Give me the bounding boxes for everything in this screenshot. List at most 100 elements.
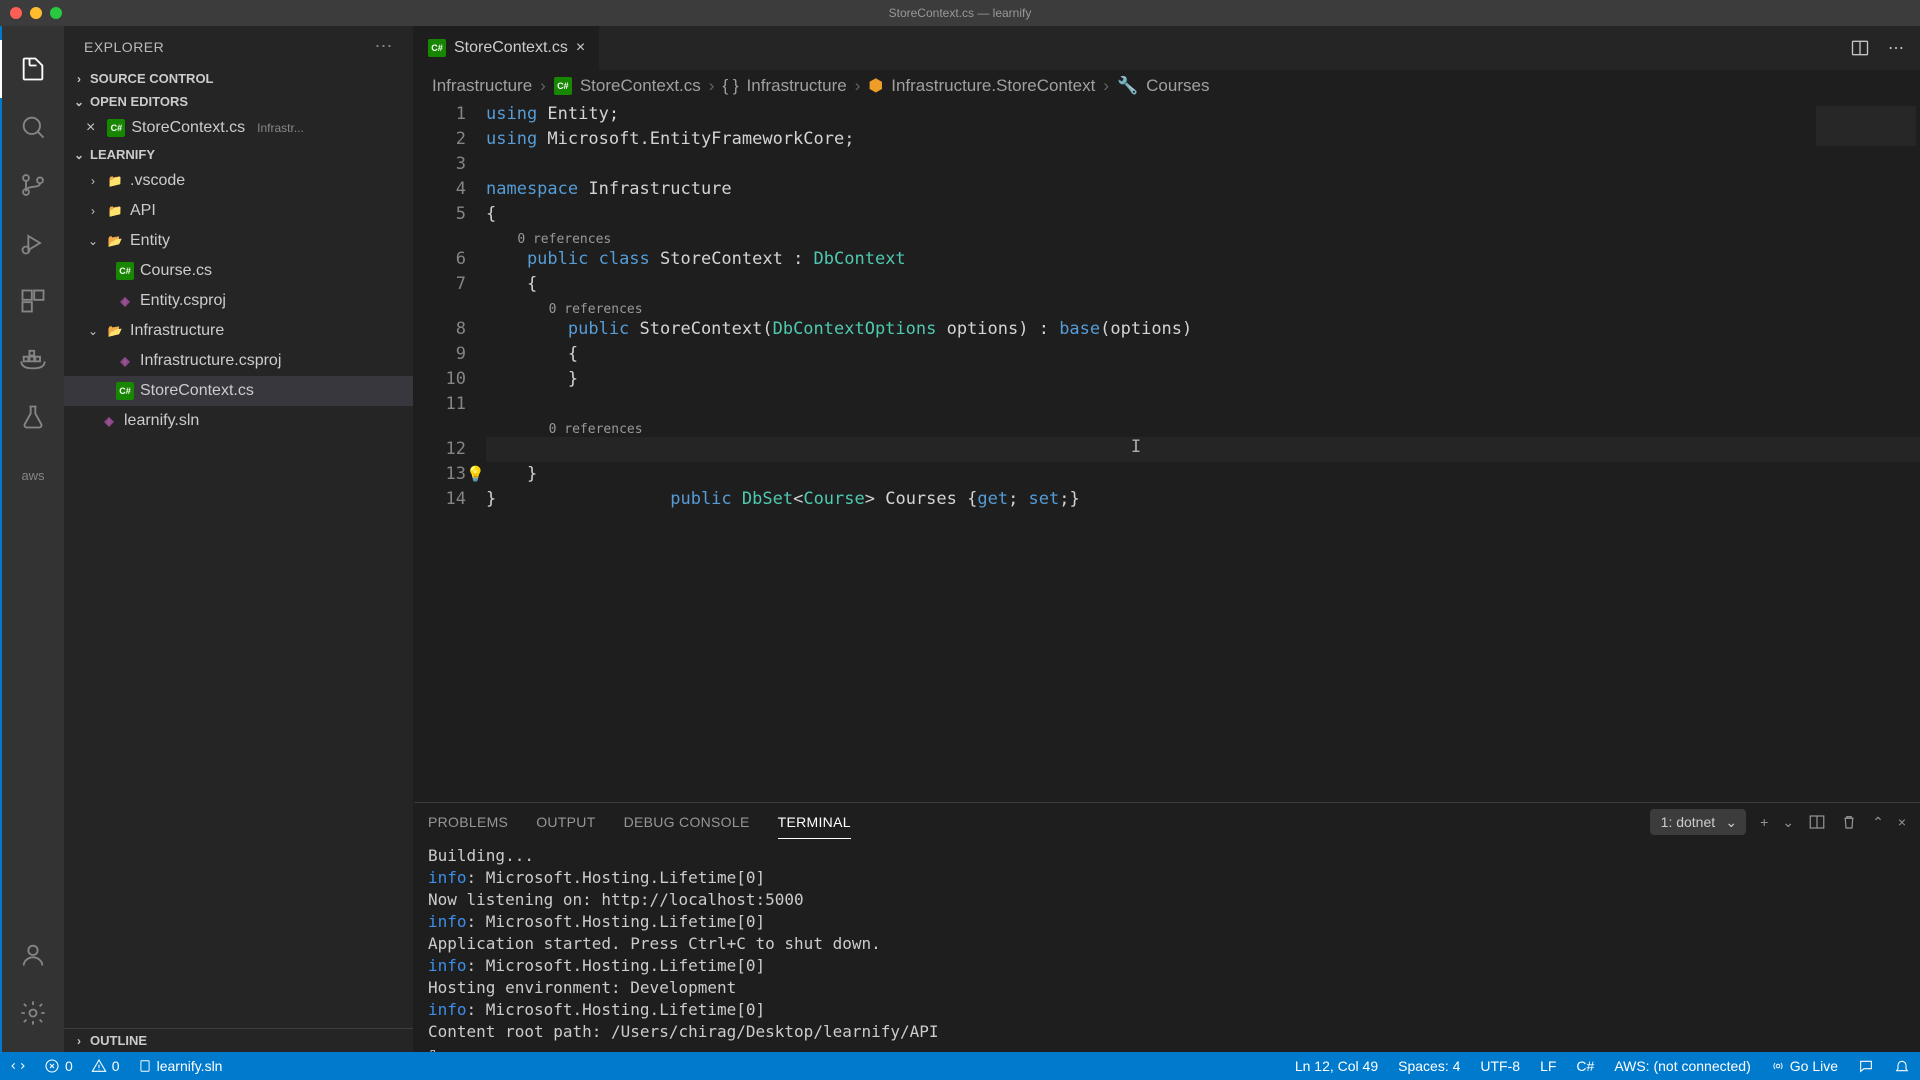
tree-folder-entity[interactable]: ⌄ 📂 Entity: [64, 226, 413, 256]
warnings-status[interactable]: 0: [91, 1058, 120, 1074]
breadcrumb-item[interactable]: StoreContext.cs: [580, 76, 701, 96]
activity-bar: aws: [0, 26, 64, 1052]
terminal-line: Building...: [428, 845, 1906, 867]
extensions-activity[interactable]: [1, 272, 65, 330]
testing-activity[interactable]: [1, 388, 65, 446]
explorer-activity[interactable]: [0, 40, 64, 98]
file-hint: Infrastr...: [257, 121, 304, 135]
file-label: StoreContext.cs: [140, 382, 254, 400]
errors-status[interactable]: 0: [44, 1058, 73, 1074]
folder-label: API: [130, 202, 156, 220]
tree-file-storecontext[interactable]: C# StoreContext.cs: [64, 376, 413, 406]
terminal-line: ▯: [428, 1043, 1906, 1052]
chevron-right-icon: ›: [86, 204, 100, 218]
chevron-right-icon: ›: [86, 174, 100, 188]
file-label: learnify.sln: [124, 412, 199, 430]
titlebar: StoreContext.cs — learnify: [0, 0, 1920, 26]
tab-terminal[interactable]: TERMINAL: [778, 806, 851, 839]
source-control-section[interactable]: › SOURCE CONTROL: [64, 67, 413, 90]
terminal-select[interactable]: 1: dotnet: [1650, 809, 1747, 835]
terminal-output[interactable]: Building... info: Microsoft.Hosting.Life…: [414, 841, 1920, 1052]
maximize-panel-icon[interactable]: ⌃: [1872, 814, 1884, 831]
eol-status[interactable]: LF: [1540, 1058, 1556, 1074]
search-activity[interactable]: [1, 98, 65, 156]
class-icon: ⬢: [868, 76, 883, 96]
section-label: SOURCE CONTROL: [90, 71, 214, 86]
visualstudio-icon: ◈: [116, 352, 134, 370]
more-icon[interactable]: ⋯: [1888, 38, 1904, 58]
tree-folder-api[interactable]: › 📁 API: [64, 196, 413, 226]
trash-icon[interactable]: [1840, 813, 1858, 831]
maximize-window-icon[interactable]: [50, 7, 62, 19]
remote-icon: [10, 1058, 26, 1074]
new-terminal-button[interactable]: +: [1760, 814, 1768, 830]
remote-status[interactable]: [10, 1058, 26, 1074]
aws-status[interactable]: AWS: (not connected): [1614, 1058, 1750, 1074]
split-terminal-icon[interactable]: [1808, 813, 1826, 831]
terminal-dropdown-icon[interactable]: ⌄: [1782, 814, 1794, 831]
solution-status[interactable]: learnify.sln: [138, 1058, 223, 1074]
broadcast-icon: [1771, 1059, 1785, 1073]
visualstudio-icon: ◈: [116, 292, 134, 310]
feedback-status[interactable]: [1858, 1058, 1874, 1074]
explorer-sidebar: EXPLORER ⋯ › SOURCE CONTROL ⌄ OPEN EDITO…: [64, 26, 414, 1052]
tree-folder-infrastructure[interactable]: ⌄ 📂 Infrastructure: [64, 316, 413, 346]
code-editor[interactable]: 12345 67 891011 121314 using Entity; usi…: [414, 102, 1920, 802]
bell-status[interactable]: [1894, 1058, 1910, 1074]
breadcrumb-item[interactable]: Infrastructure.StoreContext: [891, 76, 1095, 96]
source-control-activity[interactable]: [1, 156, 65, 214]
file-label: Course.cs: [140, 262, 212, 280]
close-panel-icon[interactable]: ×: [1898, 814, 1906, 830]
docker-activity[interactable]: [1, 330, 65, 388]
aws-activity[interactable]: aws: [1, 446, 65, 504]
editor-tab[interactable]: C# StoreContext.cs ×: [414, 26, 600, 70]
lightbulb-icon[interactable]: 💡: [466, 462, 485, 487]
open-editor-item[interactable]: × C# StoreContext.cs Infrastr...: [64, 113, 413, 143]
tree-file-course[interactable]: C# Course.cs: [64, 256, 413, 286]
line-gutter: 12345 67 891011 121314: [414, 102, 486, 802]
close-icon[interactable]: ×: [86, 119, 95, 137]
breadcrumb-item[interactable]: Infrastructure: [747, 76, 847, 96]
more-icon[interactable]: ⋯: [375, 36, 394, 57]
terminal-line: Hosting environment: Development: [428, 977, 1906, 999]
tab-label: StoreContext.cs: [454, 39, 568, 57]
docker-icon: [19, 345, 47, 373]
breadcrumb-item[interactable]: Courses: [1146, 76, 1209, 96]
open-editors-section[interactable]: ⌄ OPEN EDITORS: [64, 90, 413, 113]
tree-file-solution[interactable]: ◈ learnify.sln: [64, 406, 413, 436]
close-icon[interactable]: ×: [576, 39, 585, 57]
extensions-icon: [19, 287, 47, 315]
golive-status[interactable]: Go Live: [1771, 1058, 1838, 1074]
window-controls: [10, 7, 62, 19]
folder-icon: 📁: [106, 172, 124, 190]
encoding-status[interactable]: UTF-8: [1480, 1058, 1520, 1074]
tree-folder-vscode[interactable]: › 📁 .vscode: [64, 166, 413, 196]
breadcrumb[interactable]: Infrastructure › C# StoreContext.cs › { …: [414, 70, 1920, 102]
tab-output[interactable]: OUTPUT: [536, 806, 595, 838]
csharp-file-icon: C#: [116, 382, 134, 400]
indentation-status[interactable]: Spaces: 4: [1398, 1058, 1460, 1074]
tree-file-infra-csproj[interactable]: ◈ Infrastructure.csproj: [64, 346, 413, 376]
minimize-window-icon[interactable]: [30, 7, 42, 19]
split-editor-icon[interactable]: [1850, 38, 1870, 58]
settings-activity[interactable]: [1, 984, 65, 1042]
cursor-position-status[interactable]: Ln 12, Col 49: [1295, 1058, 1378, 1074]
breadcrumb-item[interactable]: Infrastructure: [432, 76, 532, 96]
tab-debug-console[interactable]: DEBUG CONSOLE: [624, 806, 750, 838]
terminal-line: Now listening on: http://localhost:5000: [428, 889, 1906, 911]
outline-section[interactable]: › OUTLINE: [64, 1028, 413, 1052]
language-status[interactable]: C#: [1576, 1058, 1594, 1074]
tree-file-entity-csproj[interactable]: ◈ Entity.csproj: [64, 286, 413, 316]
gear-icon: [19, 999, 47, 1027]
section-label: OUTLINE: [90, 1033, 147, 1048]
code-content[interactable]: using Entity; using Microsoft.EntityFram…: [486, 102, 1920, 802]
debug-activity[interactable]: [1, 214, 65, 272]
close-window-icon[interactable]: [10, 7, 22, 19]
workspace-section[interactable]: ⌄ LEARNIFY: [64, 143, 413, 166]
namespace-icon: { }: [722, 76, 738, 96]
chevron-right-icon: ›: [540, 76, 546, 96]
panel-tabs: PROBLEMS OUTPUT DEBUG CONSOLE TERMINAL 1…: [414, 803, 1920, 841]
tab-problems[interactable]: PROBLEMS: [428, 806, 508, 838]
account-activity[interactable]: [1, 926, 65, 984]
chevron-right-icon: ›: [709, 76, 715, 96]
